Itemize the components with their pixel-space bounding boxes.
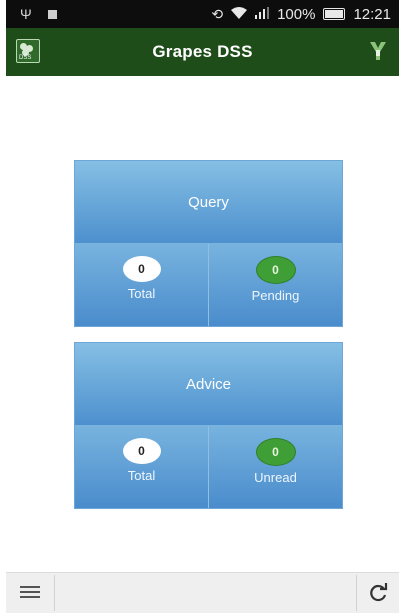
rotate-icon: ⟲ bbox=[211, 5, 224, 22]
query-pending-label: Pending bbox=[251, 288, 300, 303]
advice-total-badge: 0 bbox=[122, 438, 161, 464]
query-total-stat[interactable]: 0 Total bbox=[75, 244, 208, 326]
menu-icon[interactable] bbox=[20, 583, 40, 601]
query-card-title[interactable]: Query bbox=[75, 161, 342, 244]
query-pending-stat[interactable]: 0 Pending bbox=[208, 244, 342, 326]
app-screen: Ψ ⟲ 100% 12:21 DSS Grapes DSS Query 0 To… bbox=[6, 0, 399, 613]
advice-card[interactable]: Advice 0 Total 0 Unread bbox=[74, 342, 343, 509]
advice-card-title[interactable]: Advice bbox=[75, 343, 342, 426]
clock: 12:21 bbox=[353, 5, 391, 23]
advice-total-label: Total bbox=[127, 468, 156, 483]
refresh-icon[interactable] bbox=[367, 581, 389, 603]
app-logo-label: DSS bbox=[19, 55, 32, 61]
query-pending-badge: 0 bbox=[255, 256, 296, 284]
notification-square-icon bbox=[47, 9, 57, 19]
query-total-badge: 0 bbox=[122, 256, 161, 282]
query-card[interactable]: Query 0 Total 0 Pending bbox=[74, 160, 343, 327]
wifi-icon bbox=[231, 6, 248, 22]
app-badge-icon[interactable] bbox=[367, 40, 389, 62]
left-divider bbox=[54, 575, 55, 611]
advice-unread-label: Unread bbox=[254, 470, 297, 485]
battery-percent: 100% bbox=[277, 5, 316, 23]
signal-icon bbox=[255, 6, 270, 22]
app-title: Grapes DSS bbox=[152, 42, 253, 61]
advice-unread-badge: 0 bbox=[255, 438, 296, 466]
status-bar: Ψ ⟲ 100% 12:21 bbox=[6, 0, 399, 28]
battery-icon bbox=[323, 8, 346, 20]
usb-icon: Ψ bbox=[20, 6, 32, 22]
app-logo-icon[interactable]: DSS bbox=[16, 39, 40, 63]
bottom-bar bbox=[6, 572, 399, 613]
app-bar: DSS Grapes DSS bbox=[6, 28, 399, 76]
right-divider bbox=[356, 575, 357, 611]
advice-total-stat[interactable]: 0 Total bbox=[75, 426, 208, 508]
query-total-label: Total bbox=[127, 286, 156, 301]
advice-unread-stat[interactable]: 0 Unread bbox=[208, 426, 342, 508]
